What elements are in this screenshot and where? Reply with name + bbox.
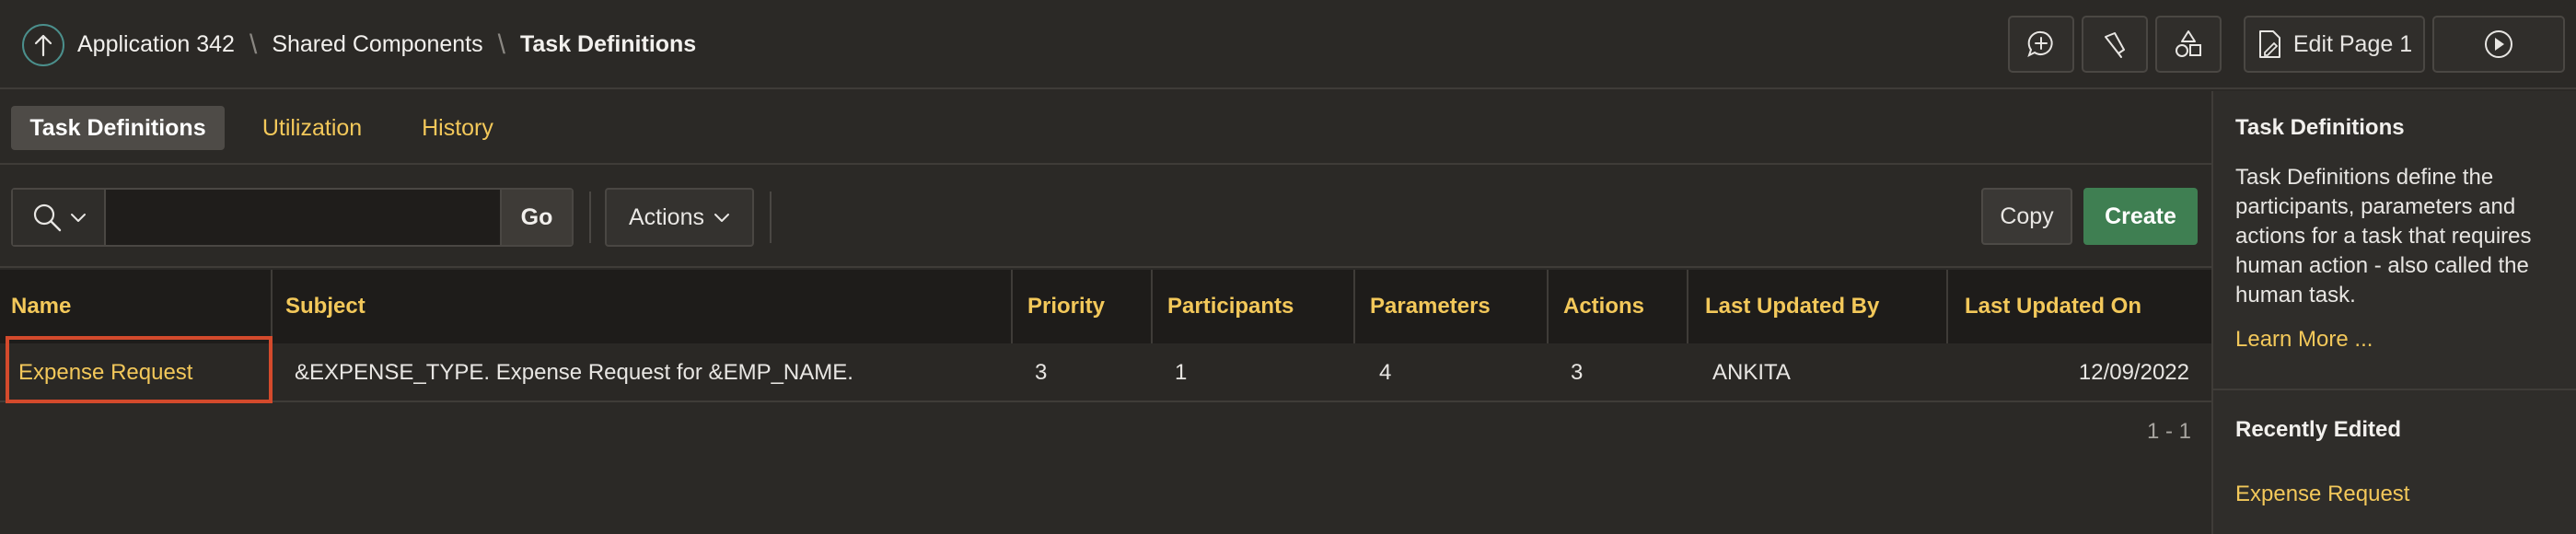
column-header-priority[interactable]: Priority <box>1016 270 1151 343</box>
task-name-link[interactable]: Expense Request <box>18 360 192 386</box>
tab-history[interactable]: History <box>405 106 510 150</box>
add-comment-icon <box>2027 30 2053 57</box>
table-header: Name Subject Priority Participants Param… <box>0 270 2211 343</box>
search-bar: Go <box>11 188 574 247</box>
cell-subject: &EXPENSE_TYPE. Expense Request for &EMP_… <box>295 360 853 385</box>
learn-more-link[interactable]: Learn More ... <box>2235 327 2373 353</box>
toolbar-divider <box>589 192 591 243</box>
breadcrumb-separator: \ <box>497 29 505 60</box>
sidebar-title: Task Definitions <box>2235 115 2405 140</box>
search-column-menu[interactable] <box>13 190 106 245</box>
breadcrumb-shared-components[interactable]: Shared Components <box>272 31 482 58</box>
shared-components-button[interactable] <box>2155 16 2222 73</box>
column-header-actions[interactable]: Actions <box>1552 270 1685 343</box>
tab-task-definitions[interactable]: Task Definitions <box>11 106 225 150</box>
breadcrumb-current: Task Definitions <box>519 31 697 57</box>
tab-bar: Task Definitions Utilization History <box>0 91 2211 165</box>
search-icon <box>33 203 61 232</box>
page-edit-icon <box>2258 30 2280 58</box>
table-row: Expense Request &EXPENSE_TYPE. Expense R… <box>0 343 2211 402</box>
search-input[interactable] <box>106 190 500 245</box>
cell-participants: 1 <box>1175 360 1188 385</box>
chevron-down-icon <box>70 214 86 222</box>
recent-item-link[interactable]: Expense Request <box>2235 482 2409 507</box>
breadcrumb-separator: \ <box>249 29 258 60</box>
column-header-participants[interactable]: Participants <box>1156 270 1352 343</box>
column-header-name[interactable]: Name <box>0 270 271 343</box>
developer-tools-button[interactable] <box>2082 16 2148 73</box>
go-button[interactable]: Go <box>500 190 572 245</box>
breadcrumb: Application 342 \ Shared Components \ Ta… <box>77 0 696 89</box>
copy-button[interactable]: Copy <box>1981 188 2072 245</box>
report-toolbar: Go Actions Copy Create <box>0 167 2211 268</box>
create-button[interactable]: Create <box>2083 188 2198 245</box>
column-header-last-updated-by[interactable]: Last Updated By <box>1694 270 1943 343</box>
column-header-last-updated-on[interactable]: Last Updated On <box>1954 270 2208 343</box>
recently-edited-title: Recently Edited <box>2235 417 2402 442</box>
edit-page-label: Edit Page 1 <box>2292 30 2413 57</box>
chevron-down-icon <box>714 214 729 222</box>
actions-label: Actions <box>629 203 704 230</box>
cell-priority: 3 <box>1035 360 1048 385</box>
navigate-up-icon[interactable] <box>22 24 64 66</box>
actions-menu-button[interactable]: Actions <box>605 188 754 247</box>
cell-last-updated-on: 12/09/2022 <box>2078 360 2189 385</box>
cell-last-updated-by: ANKITA <box>1712 360 1791 385</box>
toolbar-divider <box>770 192 772 243</box>
developer-tools-icon <box>2105 32 2125 58</box>
pagination-info: 1 - 1 <box>2146 419 2191 444</box>
page-header: Application 342 \ Shared Components \ Ta… <box>0 0 2576 89</box>
run-page-button[interactable] <box>2432 16 2565 73</box>
sidebar-divider <box>2213 389 2576 390</box>
shapes-icon <box>2176 30 2201 57</box>
sidebar-description: Task Definitions define the participants… <box>2235 165 2532 308</box>
tab-utilization[interactable]: Utilization <box>247 106 377 150</box>
cell-actions: 3 <box>1571 360 1584 385</box>
cell-name: Expense Request <box>18 343 267 402</box>
edit-page-button[interactable]: Edit Page 1 <box>2244 16 2425 73</box>
add-comment-button[interactable] <box>2008 16 2074 73</box>
help-sidebar: Task Definitions Task Definitions define… <box>2211 91 2576 534</box>
run-icon <box>2485 30 2512 58</box>
breadcrumb-application[interactable]: Application 342 <box>77 31 235 58</box>
column-header-subject[interactable]: Subject <box>274 270 1011 343</box>
column-header-parameters[interactable]: Parameters <box>1359 270 1547 343</box>
cell-parameters: 4 <box>1379 360 1392 385</box>
